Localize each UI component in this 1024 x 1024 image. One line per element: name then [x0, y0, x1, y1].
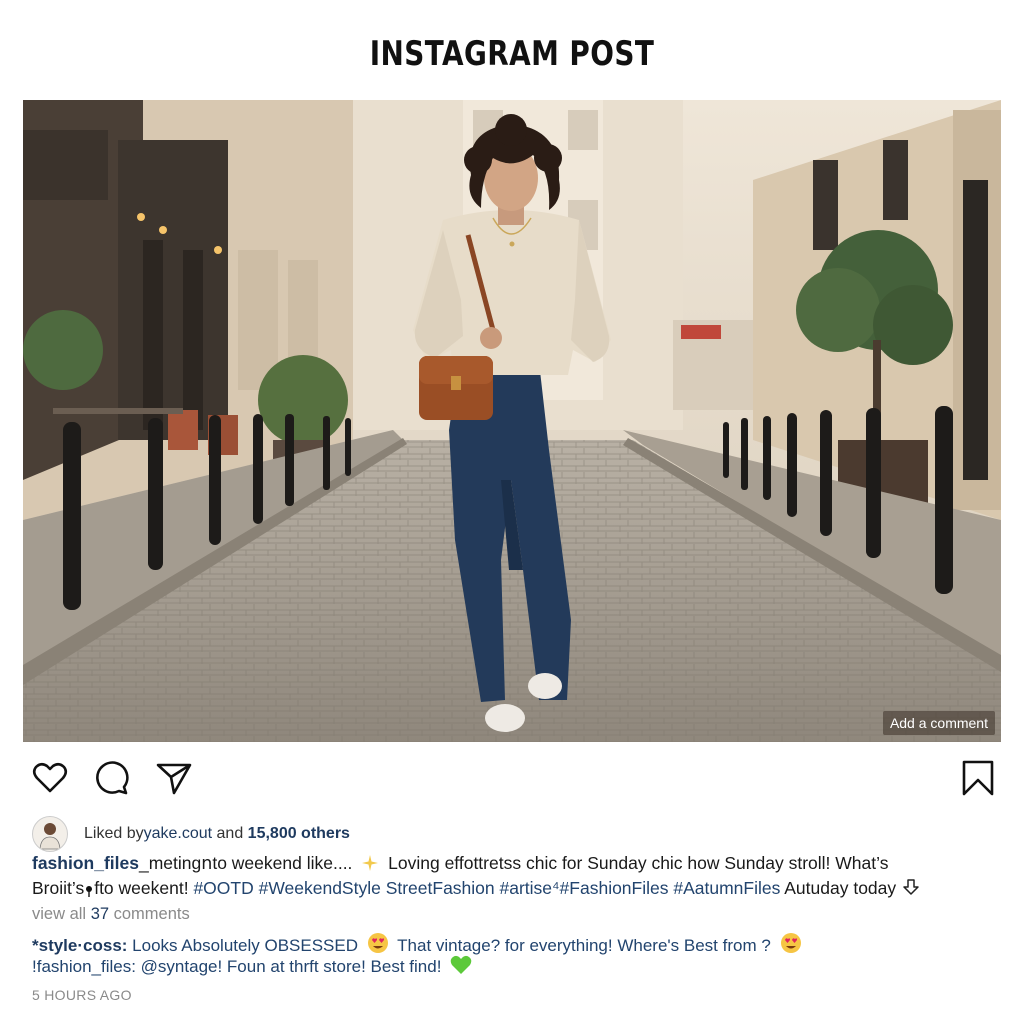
heart-eyes-emoji-icon — [780, 932, 802, 960]
likes-prefix: Liked by — [84, 825, 144, 842]
bookmark-icon[interactable] — [958, 758, 998, 798]
post-timestamp: 5 HOURS AGO — [32, 987, 132, 1003]
post-photo[interactable]: Add a comment — [23, 100, 1001, 742]
heart-icon[interactable] — [30, 758, 70, 798]
likes-and: and — [212, 825, 248, 842]
sparkles-icon — [361, 854, 379, 877]
comment-count: 37 — [90, 905, 110, 923]
comment-bubble-icon[interactable] — [92, 758, 132, 798]
caption-hashtags[interactable]: #OOTD #WeekendStyle StreetFashion #artis… — [193, 878, 780, 898]
caption-text-3: Loving effottretss chic for Sunday chic … — [383, 853, 889, 873]
green-heart-icon — [450, 955, 472, 981]
arrow-down-icon[interactable] — [902, 878, 920, 901]
comment-text-continued: That vintage? for everything! Where's Be… — [392, 936, 776, 955]
view-comments-prefix: view all — [32, 905, 91, 923]
comment-text: @syntage! Foun at thrft store! Best find… — [135, 957, 447, 976]
comment-author-handle[interactable]: !fashion_files: — [32, 957, 136, 976]
paper-plane-icon[interactable] — [154, 758, 194, 798]
view-comments-suffix: comments — [109, 905, 190, 923]
likes-row: Liked byyake.cout and 15,800 others — [32, 816, 350, 852]
page-title: INSTAGRAM POST — [369, 34, 655, 74]
caption-text-1: _meting — [138, 853, 202, 873]
pin-icon — [85, 880, 93, 902]
instagram-post-page: INSTAGRAM POST Add a comment Liked byyak… — [0, 0, 1024, 1024]
likes-summary: Liked byyake.cout and 15,800 others — [84, 825, 350, 843]
likes-count-link[interactable]: 15,800 others — [248, 825, 350, 842]
comment-item: !fashion_files: @syntage! Foun at thrft … — [32, 955, 476, 981]
caption-author-handle[interactable]: fashion_files — [32, 853, 139, 873]
caption-text-6: Autuday today — [780, 878, 897, 898]
add-comment-button[interactable]: Add a comment — [882, 711, 995, 735]
caption-text-2: ոto weekend like.... — [201, 853, 358, 873]
comment-text: Looks Absolutely OBSESSED — [127, 936, 363, 955]
caption-text-5: fto weekent! — [94, 878, 194, 898]
comment-author-handle[interactable]: *style·coss: — [32, 936, 127, 955]
caption-text-4: Broiit’s — [32, 878, 85, 898]
liked-by-user-link[interactable]: yake.cout — [144, 825, 212, 842]
post-caption: fashion_files_metingոto weekend like....… — [32, 852, 992, 902]
street-photo-illustration — [23, 100, 1001, 742]
post-actions-bar — [30, 758, 998, 798]
view-all-comments-link[interactable]: view all 37 comments — [32, 905, 190, 924]
avatar[interactable] — [32, 816, 68, 852]
